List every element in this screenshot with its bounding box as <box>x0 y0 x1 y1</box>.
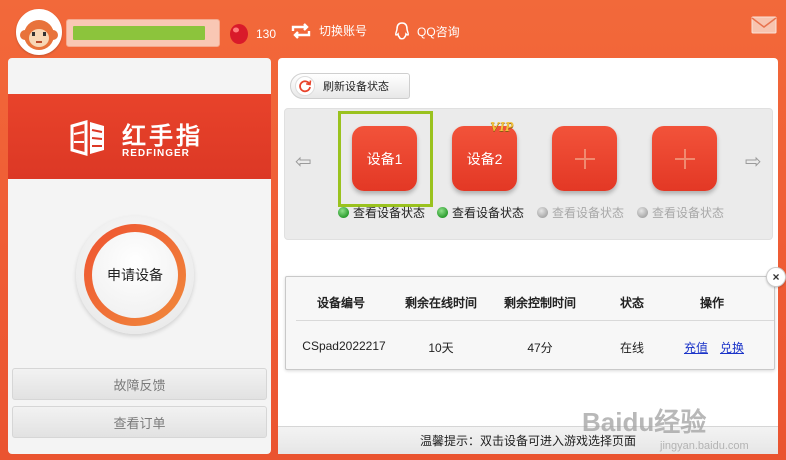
add-device-button[interactable] <box>552 126 617 191</box>
username-redacted <box>73 26 205 40</box>
left-panel: 红手指 REDFINGER 申请设备 故障反馈 查看订单 <box>8 58 271 454</box>
brand-name-cn: 红手指 <box>122 123 203 150</box>
status-dot-icon <box>338 207 349 218</box>
column-header: 状态 <box>619 296 645 310</box>
mail-icon[interactable] <box>751 16 777 37</box>
right-panel: 刷新设备状态 ⇦ ⇨ 设备1 设备2 VIP 查看设备状态 查看设备状态 查看设… <box>278 58 786 454</box>
column-header: 设备编号 <box>316 296 366 310</box>
qq-penguin-icon <box>394 22 410 40</box>
device-1-button[interactable]: 设备1 <box>352 126 417 191</box>
device-2-label: 设备2 <box>466 150 503 167</box>
status-dot-icon <box>637 207 648 218</box>
username-box <box>66 19 220 47</box>
status-dot-icon <box>437 207 448 218</box>
apply-device-button[interactable]: 申请设备 <box>92 232 178 318</box>
watermark: Baidu经验 <box>582 407 707 437</box>
brand-banner: 红手指 REDFINGER <box>8 94 271 179</box>
device-4-status-label: 查看设备状态 <box>652 206 725 220</box>
qq-consult-button[interactable]: QQ咨询 <box>392 21 460 41</box>
monkey-avatar-icon <box>18 11 60 53</box>
device-2-status-label: 查看设备状态 <box>452 206 525 220</box>
add-device-button[interactable] <box>652 126 717 191</box>
device-1-status-link[interactable]: 查看设备状态 <box>338 204 425 221</box>
divider <box>296 320 774 321</box>
redfinger-logo-icon <box>70 120 104 156</box>
online-time-cell: 10天 <box>428 341 454 355</box>
switch-account-label: 切换账号 <box>319 24 368 38</box>
refresh-status-label: 刷新设备状态 <box>323 81 389 93</box>
apply-device-ring: 申请设备 <box>84 224 186 326</box>
swap-link[interactable]: 兑换 <box>720 339 744 356</box>
plus-icon <box>574 148 595 169</box>
red-bean-icon <box>228 21 250 45</box>
feedback-button[interactable]: 故障反馈 <box>12 368 267 400</box>
control-time-cell: 47分 <box>527 341 553 355</box>
device-carousel: ⇦ ⇨ 设备1 设备2 VIP 查看设备状态 查看设备状态 查看设备状态 查看设… <box>284 108 773 240</box>
vip-badge: VIP <box>490 120 514 135</box>
column-header: 剩余控制时间 <box>503 296 577 310</box>
refresh-icon <box>295 76 315 96</box>
arrow-left-icon[interactable]: ⇦ <box>295 149 312 174</box>
column-header: 操作 <box>699 296 725 310</box>
brand-name-en: REDFINGER <box>122 148 190 159</box>
device-2-status-link[interactable]: 查看设备状态 <box>437 204 524 221</box>
close-icon[interactable]: × <box>766 267 786 287</box>
device-1-status-label: 查看设备状态 <box>353 206 426 220</box>
switch-arrows-icon <box>291 22 311 39</box>
watermark-url: jingyan.baidu.com <box>660 440 749 452</box>
qq-consult-label: QQ咨询 <box>417 24 460 39</box>
arrow-right-icon[interactable]: ⇨ <box>745 149 762 174</box>
status-dot-icon <box>537 207 548 218</box>
status-cell: 在线 <box>619 341 645 355</box>
refresh-status-button[interactable]: 刷新设备状态 <box>290 73 410 99</box>
avatar[interactable] <box>16 9 62 55</box>
device-id-cell: CSpad2022217 <box>302 339 386 353</box>
plus-icon <box>674 148 695 169</box>
recharge-link[interactable]: 充值 <box>684 339 708 356</box>
view-orders-button[interactable]: 查看订单 <box>12 406 267 438</box>
device-3-status-link[interactable]: 查看设备状态 <box>537 204 624 221</box>
apply-device-button-frame: 申请设备 <box>76 216 194 334</box>
device-3-status-label: 查看设备状态 <box>552 206 625 220</box>
device-2-button[interactable]: 设备2 VIP <box>452 120 517 191</box>
device-4-status-link[interactable]: 查看设备状态 <box>637 204 724 221</box>
switch-account-button[interactable]: 切换账号 <box>290 22 367 39</box>
column-header: 剩余在线时间 <box>404 296 478 310</box>
coin-count: 130 <box>256 27 277 41</box>
device-info-table: 设备编号 剩余在线时间 剩余控制时间 状态 操作 CSpad2022217 10… <box>285 276 775 370</box>
